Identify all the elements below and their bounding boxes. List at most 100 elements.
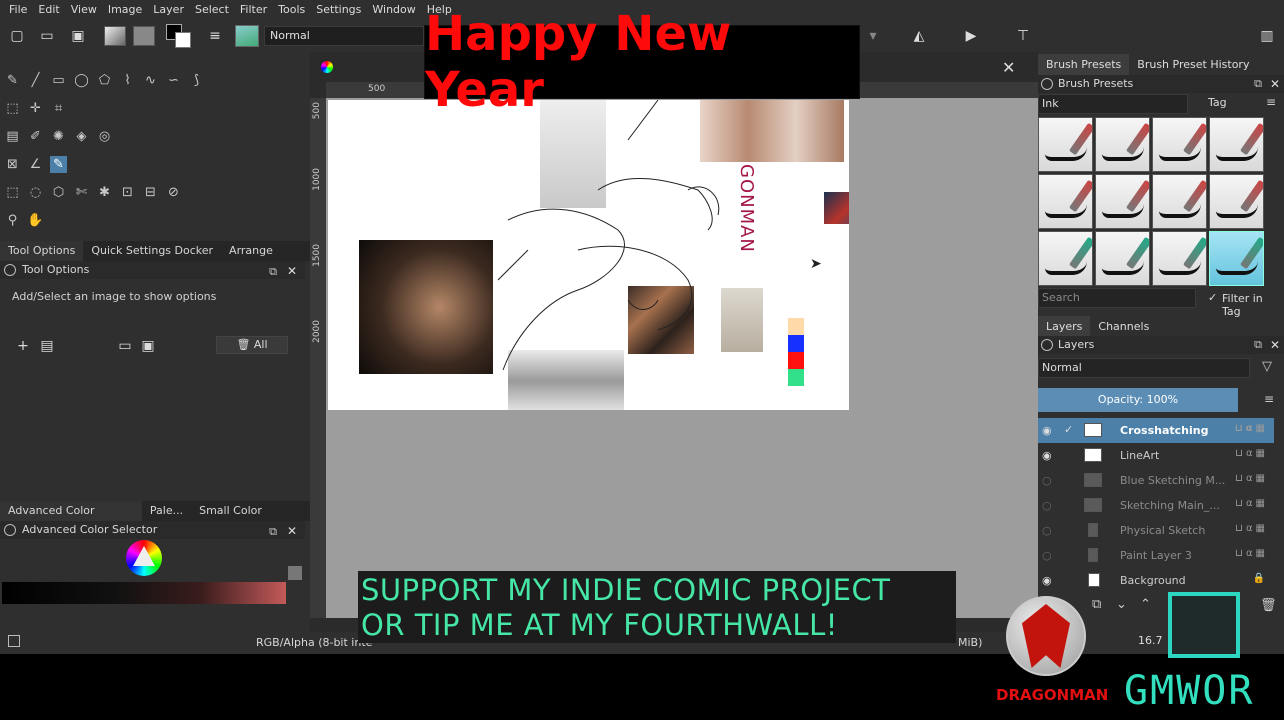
menu-settings[interactable]: Settings (311, 3, 367, 16)
menu-image[interactable]: Image (103, 3, 148, 16)
visibility-eye-icon[interactable]: ○ (1042, 474, 1052, 487)
gradient-tool-icon[interactable]: ▤ (4, 128, 21, 145)
freehand-brush-tool-icon[interactable]: ✎ (4, 72, 21, 89)
smart-patch-tool-icon[interactable]: ✺ (50, 128, 67, 145)
brush-preset[interactable] (1038, 174, 1093, 229)
bezier-select-tool-icon[interactable]: ⊟ (142, 184, 159, 201)
close-docker-icon[interactable]: ✕ (287, 522, 297, 540)
tab-arrange[interactable]: Arrange (221, 241, 281, 261)
visibility-eye-icon[interactable]: ○ (1042, 499, 1052, 512)
tag-combo[interactable]: Ink (1038, 94, 1188, 114)
polygon-select-tool-icon[interactable]: ⬡ (50, 184, 67, 201)
save-icon[interactable]: ▣ (67, 25, 89, 47)
layer-properties-icons[interactable]: ⊔α▦ (1235, 448, 1268, 459)
ellipse-select-tool-icon[interactable]: ◌ (27, 184, 44, 201)
polyline-tool-icon[interactable]: ⌇ (119, 72, 136, 89)
tab-channels[interactable]: Channels (1090, 316, 1157, 338)
brush-preset[interactable] (1095, 174, 1150, 229)
ellipse-tool-icon[interactable]: ◯ (73, 72, 90, 89)
workspace-icon[interactable]: ▥ (1256, 25, 1278, 47)
layer-row-physical-sketch[interactable]: ○ Physical Sketch ⊔α▦ (1038, 518, 1274, 543)
brush-preset[interactable] (1038, 117, 1093, 172)
opacity-slider[interactable]: Opacity: 100% (1038, 388, 1238, 412)
brush-preset-selected[interactable] (1209, 231, 1264, 286)
menu-view[interactable]: View (66, 3, 103, 16)
layer-row-crosshatching[interactable]: ◉ ✓ Crosshatching ⊔α▦ (1038, 418, 1274, 443)
crop-tool-icon[interactable]: ⌗ (50, 100, 67, 117)
close-docker-icon[interactable]: ✕ (287, 262, 297, 280)
enclose-fill-tool-icon[interactable]: ◎ (96, 128, 113, 145)
layer-active-check-icon[interactable]: ✓ (1064, 423, 1073, 436)
brush-preset[interactable] (1209, 174, 1264, 229)
tab-small-color[interactable]: Small Color Selec... (191, 501, 310, 537)
tab-layers[interactable]: Layers (1038, 316, 1091, 338)
tab-quick-settings[interactable]: Quick Settings Docker (83, 241, 221, 261)
assistant-tool-icon[interactable]: ⊠ (4, 156, 21, 173)
float-docker-icon[interactable]: ⧉ (269, 523, 277, 541)
dynamic-brush-tool-icon[interactable]: ⟆ (188, 72, 205, 89)
brush-menu-icon[interactable]: ≡ (1266, 95, 1276, 109)
menu-layer[interactable]: Layer (148, 3, 190, 16)
tab-tool-options[interactable]: Tool Options (0, 241, 84, 261)
transform-tool-icon[interactable]: ⬚ (4, 100, 21, 117)
visibility-eye-icon[interactable]: ◉ (1042, 424, 1052, 437)
polygon-tool-icon[interactable]: ⬠ (96, 72, 113, 89)
load-folder-icon[interactable]: ▭ (114, 335, 136, 357)
tab-brush-history[interactable]: Brush Preset History (1129, 54, 1257, 76)
brush-preset[interactable] (1095, 231, 1150, 286)
filter-in-tag-checkbox[interactable]: ✓ (1208, 291, 1217, 304)
color-picker-tool-icon[interactable]: ✐ (27, 128, 44, 145)
brush-preset[interactable] (1095, 117, 1150, 172)
reference-images-tool-icon[interactable]: ✎ (50, 156, 67, 173)
visibility-eye-icon[interactable]: ◉ (1042, 574, 1052, 587)
layer-row-blue-sketching[interactable]: ○ Blue Sketching M... ⊔α▦ (1038, 468, 1274, 493)
similar-select-tool-icon[interactable]: ⊡ (119, 184, 136, 201)
tab-advanced-color[interactable]: Advanced Color Selec... (0, 501, 142, 537)
tab-brush-presets[interactable]: Brush Presets (1038, 54, 1130, 76)
layer-properties-icons[interactable]: ⊔α▦ (1235, 498, 1268, 509)
magnetic-select-tool-icon[interactable]: ⊘ (165, 184, 182, 201)
shade-selector-bar[interactable] (2, 582, 286, 604)
visibility-eye-icon[interactable]: ○ (1042, 549, 1052, 562)
layer-properties-icons[interactable]: ⊔α▦ (1235, 423, 1268, 434)
brush-search-input[interactable]: Search (1038, 288, 1196, 308)
layer-row-background[interactable]: ◉ Background 🔒 (1038, 568, 1274, 593)
bezier-tool-icon[interactable]: ∿ (142, 72, 159, 89)
add-image-icon[interactable]: + (12, 335, 34, 357)
color-history-swatch[interactable] (288, 566, 302, 580)
fg-bg-color-selector[interactable] (166, 24, 192, 48)
measure-tool-icon[interactable]: ∠ (27, 156, 44, 173)
layer-row-paint-layer-3[interactable]: ○ Paint Layer 3 ⊔α▦ (1038, 543, 1274, 568)
brush-preset[interactable] (1038, 231, 1093, 286)
selection-icon[interactable] (8, 635, 20, 647)
layer-menu-icon[interactable]: ≡ (1264, 392, 1274, 406)
new-document-icon[interactable]: ▢ (6, 25, 28, 47)
freehand-select-tool-icon[interactable]: ✄ (73, 184, 90, 201)
gradient-selector[interactable] (104, 26, 126, 46)
move-layer-up-icon[interactable]: ⌃ (1140, 597, 1151, 612)
brush-preset[interactable] (1152, 174, 1207, 229)
delete-all-button[interactable]: 🗑 All (216, 336, 288, 354)
canvas-viewport[interactable]: GONMAN ➤ (326, 98, 1038, 618)
menu-tools[interactable]: Tools (273, 3, 311, 16)
menu-select[interactable]: Select (190, 3, 235, 16)
line-tool-icon[interactable]: ╱ (27, 72, 44, 89)
menu-file[interactable]: File (4, 3, 33, 16)
pattern-selector[interactable] (133, 26, 155, 46)
brush-preset-thumbnail[interactable] (235, 25, 259, 47)
delete-layer-icon[interactable]: 🗑 (1260, 598, 1277, 613)
document-color-icon[interactable] (321, 61, 333, 73)
freehand-path-tool-icon[interactable]: ∽ (165, 72, 182, 89)
open-folder-icon[interactable]: ▭ (36, 25, 58, 47)
filter-icon[interactable]: ▽ (1262, 359, 1272, 374)
float-docker-icon[interactable]: ⧉ (269, 263, 277, 281)
lock-icon[interactable]: 🔒 (1253, 573, 1268, 584)
dropdown-icon[interactable]: ▾ (862, 25, 884, 47)
tab-palette[interactable]: Pale... (142, 501, 191, 521)
brush-settings-icon[interactable]: ≡ (204, 25, 226, 47)
visibility-eye-icon[interactable]: ◉ (1042, 449, 1052, 462)
move-layer-down-icon[interactable]: ⌄ (1116, 597, 1127, 612)
layer-row-lineart[interactable]: ◉ LineArt ⊔α▦ (1038, 443, 1274, 468)
close-docker-icon[interactable]: ✕ (1270, 336, 1280, 354)
contiguous-select-tool-icon[interactable]: ✱ (96, 184, 113, 201)
